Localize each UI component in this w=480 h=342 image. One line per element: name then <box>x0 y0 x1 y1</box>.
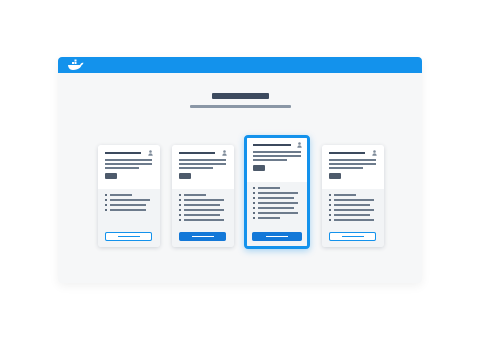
bullet-icon <box>329 214 331 216</box>
select-plan-button[interactable] <box>329 232 376 241</box>
title-bar <box>58 57 422 73</box>
bullet-icon <box>179 219 181 221</box>
bullet-icon <box>105 204 107 206</box>
plan-name <box>179 152 215 154</box>
bullet-icon <box>105 209 107 211</box>
select-plan-button[interactable] <box>252 232 302 241</box>
plan-description-line <box>179 163 226 165</box>
user-icon <box>148 150 153 156</box>
bullet-icon <box>253 202 255 204</box>
app-window <box>58 57 422 283</box>
bullet-icon <box>329 199 331 201</box>
bullet-icon <box>253 217 255 219</box>
plan-card-header <box>322 145 384 189</box>
select-plan-button[interactable] <box>105 232 152 241</box>
bullet-icon <box>329 209 331 211</box>
plan-card <box>322 145 384 247</box>
plan-description-line <box>105 163 152 165</box>
bullet-icon <box>105 194 107 196</box>
plan-description-line <box>105 159 152 161</box>
bullet-icon <box>179 199 181 201</box>
plan-name <box>329 152 365 154</box>
plan-description-line <box>253 151 301 153</box>
plan-card-header <box>172 145 234 189</box>
page-subheading <box>190 105 291 108</box>
plan-description-line <box>329 163 376 165</box>
bullet-icon <box>329 219 331 221</box>
plan-description-line <box>253 155 301 157</box>
plan-description-line <box>105 167 139 169</box>
bullet-icon <box>253 192 255 194</box>
bullet-icon <box>179 214 181 216</box>
plan-name <box>253 144 291 146</box>
bullet-icon <box>253 197 255 199</box>
plan-price <box>179 173 191 179</box>
plan-description-line <box>253 159 287 161</box>
plan-price <box>105 173 117 179</box>
plan-name <box>105 152 141 154</box>
plan-card-header <box>98 145 160 189</box>
page-heading <box>212 93 269 99</box>
plan-card-header <box>247 138 307 182</box>
plan-price <box>329 173 341 179</box>
bullet-icon <box>179 209 181 211</box>
user-icon <box>222 150 227 156</box>
plan-card <box>98 145 160 247</box>
bullet-icon <box>329 204 331 206</box>
bullet-icon <box>253 212 255 214</box>
select-plan-button[interactable] <box>179 232 226 241</box>
plan-description-line <box>179 159 226 161</box>
bullet-icon <box>253 207 255 209</box>
docker-whale-icon <box>68 59 84 70</box>
plan-card <box>172 145 234 247</box>
plan-card-featured <box>244 135 310 249</box>
plan-description-line <box>179 167 213 169</box>
user-icon <box>297 142 302 148</box>
user-icon <box>372 150 377 156</box>
bullet-icon <box>179 194 181 196</box>
plan-description-line <box>329 167 363 169</box>
bullet-icon <box>179 204 181 206</box>
plan-price <box>253 165 265 171</box>
bullet-icon <box>329 194 331 196</box>
plan-description-line <box>329 159 376 161</box>
bullet-icon <box>253 187 255 189</box>
bullet-icon <box>105 199 107 201</box>
